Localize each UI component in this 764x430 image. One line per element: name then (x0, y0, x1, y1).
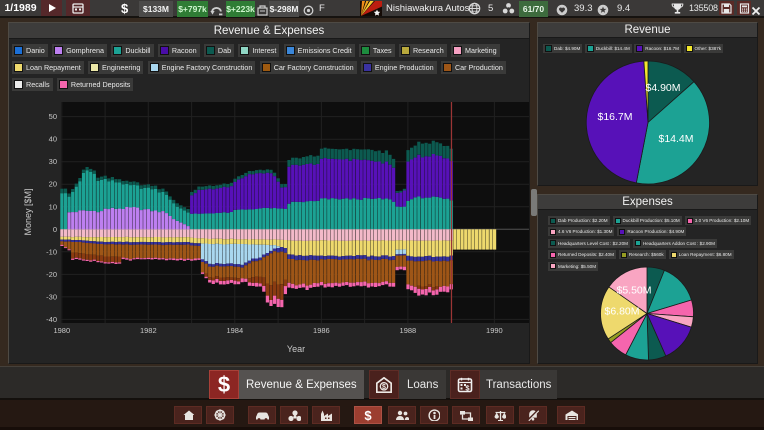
svg-text:40: 40 (49, 135, 57, 144)
svg-text:Year: Year (287, 344, 305, 354)
svg-text:-40: -40 (46, 315, 57, 324)
svg-text:-30: -30 (46, 292, 57, 301)
svg-text:$16.7M: $16.7M (597, 111, 632, 123)
svg-text:50: 50 (49, 112, 57, 121)
svg-text:Money [$M]: Money [$M] (23, 188, 33, 235)
svg-text:-10: -10 (46, 247, 57, 256)
svg-text:1986: 1986 (313, 326, 330, 335)
svg-text:$4.90M: $4.90M (645, 82, 680, 94)
svg-text:20: 20 (49, 180, 57, 189)
svg-text:0: 0 (53, 225, 57, 234)
svg-text:$6.80M: $6.80M (604, 306, 639, 318)
svg-text:1982: 1982 (140, 326, 157, 335)
svg-text:1980: 1980 (53, 326, 70, 335)
svg-text:1990: 1990 (486, 326, 503, 335)
svg-text:1984: 1984 (226, 326, 243, 335)
svg-text:$14.4M: $14.4M (658, 133, 693, 145)
svg-text:$5.50M: $5.50M (616, 285, 651, 297)
svg-text:30: 30 (49, 157, 57, 166)
svg-text:10: 10 (49, 202, 57, 211)
svg-text:$: $ (382, 383, 386, 390)
svg-text:1988: 1988 (400, 326, 417, 335)
svg-text:-20: -20 (46, 270, 57, 279)
